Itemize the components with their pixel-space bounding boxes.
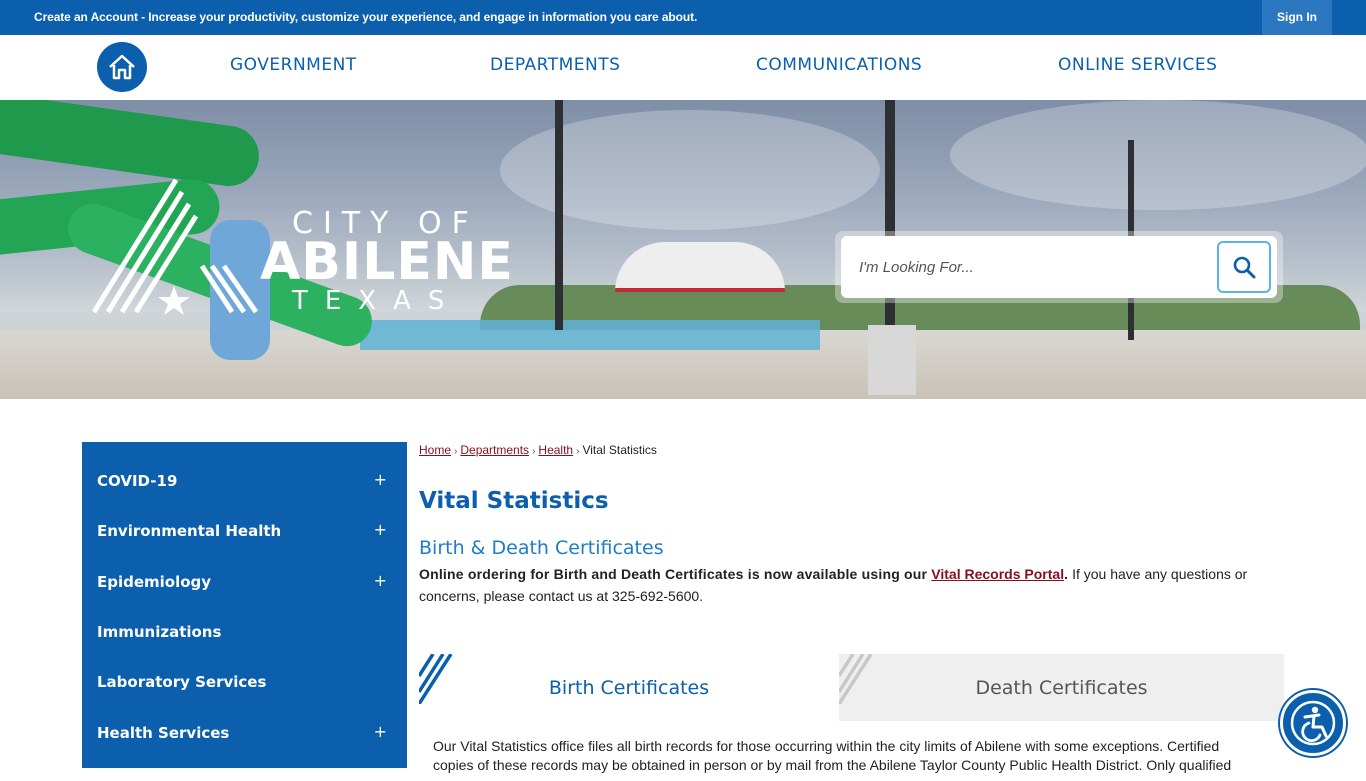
intro-paragraph: Online ordering for Birth and Death Cert… <box>419 563 1279 607</box>
breadcrumb-separator: › <box>532 446 536 457</box>
sidebar-item-label: COVID-19 <box>97 472 178 490</box>
breadcrumb-separator: › <box>454 446 458 457</box>
stripes-icon <box>839 654 873 704</box>
search-inner <box>841 236 1277 298</box>
sidebar-item-label: Health Services <box>97 724 230 742</box>
sidebar-item-laboratory-services[interactable]: Laboratory Services <box>97 673 397 697</box>
sidebar-item-label: Epidemiology <box>97 573 212 591</box>
create-account-link[interactable]: Create an Account <box>34 10 138 24</box>
light-pole <box>555 100 563 330</box>
tab-panel: Our Vital Statistics office files all bi… <box>419 721 1284 781</box>
light-pole <box>885 100 895 340</box>
sidebar-item-environmental-health[interactable]: Environmental Health + <box>97 520 397 546</box>
account-message: Create an Account - Increase your produc… <box>34 10 697 24</box>
search-icon <box>1233 256 1256 279</box>
breadcrumb-current: Vital Statistics <box>582 443 657 457</box>
main-nav: GOVERNMENT DEPARTMENTS COMMUNICATIONS ON… <box>0 35 1366 100</box>
vital-records-portal-link[interactable]: Vital Records Portal <box>931 566 1064 582</box>
expand-icon[interactable]: + <box>374 470 387 489</box>
sidebar-item-covid-19[interactable]: COVID-19 + <box>97 470 397 496</box>
certificate-tabs: Birth Certificates Death Certificates <box>419 654 1284 721</box>
stripes-icon <box>419 654 453 704</box>
account-message-text: - Increase your productivity, customize … <box>137 10 698 24</box>
breadcrumb: Home › Departments › Health › Vital Statistics <box>419 443 657 457</box>
sidebar-item-immunizations[interactable]: Immunizations <box>97 623 397 647</box>
hero-banner: CITY OF ABILENE TEXAS <box>0 100 1366 399</box>
sidebar-nav: COVID-19 + Environmental Health + Epidem… <box>82 442 407 768</box>
breadcrumb-departments[interactable]: Departments <box>460 443 529 457</box>
breadcrumb-health[interactable]: Health <box>538 443 573 457</box>
accessibility-icon <box>1290 700 1336 746</box>
column <box>868 325 916 395</box>
breadcrumb-separator: › <box>576 446 580 457</box>
sidebar-item-label: Environmental Health <box>97 522 282 540</box>
sidebar-item-label: Laboratory Services <box>97 673 267 691</box>
nav-communications[interactable]: COMMUNICATIONS <box>756 55 922 75</box>
sidebar-item-health-services[interactable]: Health Services + <box>97 722 397 748</box>
section-subtitle: Birth & Death Certificates <box>419 537 664 559</box>
nav-online-services[interactable]: ONLINE SERVICES <box>1058 55 1217 75</box>
intro-bold-text: Online ordering for Birth and Death Cert… <box>419 566 932 582</box>
expand-icon[interactable]: + <box>374 520 387 539</box>
pool-water <box>360 320 820 350</box>
search-button[interactable] <box>1217 241 1271 293</box>
search-box <box>835 231 1283 303</box>
home-icon <box>109 54 135 80</box>
tab-birth-certificates[interactable]: Birth Certificates <box>419 654 839 721</box>
tab-death-certificates[interactable]: Death Certificates <box>839 654 1284 721</box>
page-title: Vital Statistics <box>419 488 609 514</box>
logo-texas: TEXAS <box>292 286 462 316</box>
sidebar-item-label: Immunizations <box>97 623 222 641</box>
home-button[interactable] <box>97 42 147 92</box>
tab-death-label: Death Certificates <box>975 676 1148 699</box>
breadcrumb-home[interactable]: Home <box>419 443 451 457</box>
sidebar-item-epidemiology[interactable]: Epidemiology + <box>97 571 397 597</box>
cloud <box>950 100 1366 210</box>
city-logo[interactable]: CITY OF ABILENE TEXAS <box>92 178 514 318</box>
expand-icon[interactable]: + <box>374 722 387 741</box>
search-input[interactable] <box>859 254 1189 280</box>
logo-abilene: ABILENE <box>260 232 514 292</box>
tab-birth-label: Birth Certificates <box>548 676 710 699</box>
tab-panel-text: Our Vital Statistics office files all bi… <box>433 738 1232 773</box>
nav-departments[interactable]: DEPARTMENTS <box>490 55 620 75</box>
nav-government[interactable]: GOVERNMENT <box>230 55 357 75</box>
expand-icon[interactable]: + <box>374 571 387 590</box>
umbrella <box>615 242 785 292</box>
sign-in-button[interactable]: Sign In <box>1262 0 1332 35</box>
logo-mark-icon <box>92 178 259 315</box>
accessibility-button[interactable] <box>1280 690 1346 756</box>
account-bar: Create an Account - Increase your produc… <box>0 0 1366 35</box>
waterslide <box>0 100 263 190</box>
